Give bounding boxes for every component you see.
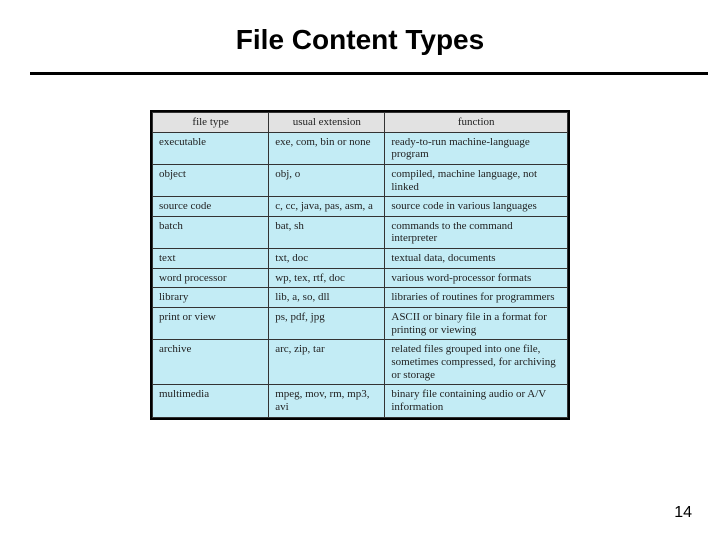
page-number: 14 [674, 504, 692, 522]
cell-extension: wp, tex, rtf, doc [269, 268, 385, 288]
cell-function: binary file containing audio or A/V info… [385, 385, 568, 417]
cell-extension: txt, doc [269, 249, 385, 269]
table-row: executable exe, com, bin or none ready-t… [153, 132, 568, 164]
cell-file-type: word processor [153, 268, 269, 288]
table-row: word processor wp, tex, rtf, doc various… [153, 268, 568, 288]
cell-extension: exe, com, bin or none [269, 132, 385, 164]
cell-file-type: print or view [153, 308, 269, 340]
cell-file-type: batch [153, 216, 269, 248]
col-header-function: function [385, 113, 568, 133]
cell-file-type: text [153, 249, 269, 269]
table-row: library lib, a, so, dll libraries of rou… [153, 288, 568, 308]
col-header-extension: usual extension [269, 113, 385, 133]
slide: File Content Types file type usual exten… [0, 0, 720, 540]
cell-file-type: executable [153, 132, 269, 164]
table-row: batch bat, sh commands to the command in… [153, 216, 568, 248]
table: file type usual extension function execu… [152, 112, 568, 418]
table-body: executable exe, com, bin or none ready-t… [153, 132, 568, 417]
cell-extension: bat, sh [269, 216, 385, 248]
cell-extension: ps, pdf, jpg [269, 308, 385, 340]
cell-function: libraries of routines for programmers [385, 288, 568, 308]
page-title: File Content Types [0, 24, 720, 56]
cell-file-type: library [153, 288, 269, 308]
file-types-table: file type usual extension function execu… [150, 110, 570, 420]
cell-function: compiled, machine language, not linked [385, 164, 568, 196]
table-row: source code c, cc, java, pas, asm, a sou… [153, 197, 568, 217]
cell-function: source code in various languages [385, 197, 568, 217]
table-row: multimedia mpeg, mov, rm, mp3, avi binar… [153, 385, 568, 417]
cell-extension: c, cc, java, pas, asm, a [269, 197, 385, 217]
cell-function: related files grouped into one file, som… [385, 340, 568, 385]
title-underline [30, 72, 708, 75]
table-row: archive arc, zip, tar related files grou… [153, 340, 568, 385]
cell-extension: arc, zip, tar [269, 340, 385, 385]
cell-function: commands to the command interpreter [385, 216, 568, 248]
cell-file-type: archive [153, 340, 269, 385]
cell-function: ASCII or binary file in a format for pri… [385, 308, 568, 340]
cell-extension: lib, a, so, dll [269, 288, 385, 308]
col-header-file-type: file type [153, 113, 269, 133]
table-header: file type usual extension function [153, 113, 568, 133]
cell-file-type: multimedia [153, 385, 269, 417]
cell-function: ready-to-run machine-language program [385, 132, 568, 164]
cell-function: various word-processor formats [385, 268, 568, 288]
table-row: text txt, doc textual data, documents [153, 249, 568, 269]
table-header-row: file type usual extension function [153, 113, 568, 133]
table-row: object obj, o compiled, machine language… [153, 164, 568, 196]
table-row: print or view ps, pdf, jpg ASCII or bina… [153, 308, 568, 340]
cell-file-type: object [153, 164, 269, 196]
cell-function: textual data, documents [385, 249, 568, 269]
cell-extension: mpeg, mov, rm, mp3, avi [269, 385, 385, 417]
cell-file-type: source code [153, 197, 269, 217]
cell-extension: obj, o [269, 164, 385, 196]
